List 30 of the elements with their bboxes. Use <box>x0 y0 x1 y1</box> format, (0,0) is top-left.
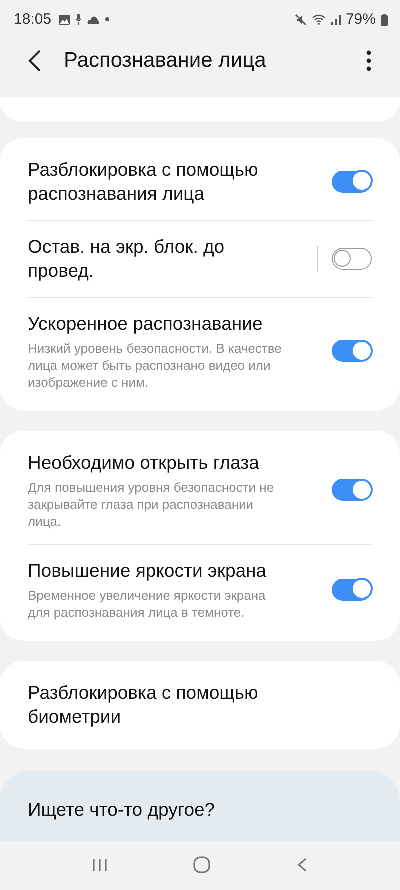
toggle-switch[interactable] <box>332 170 372 193</box>
recent-apps-icon[interactable] <box>92 857 108 874</box>
toggle-switch[interactable] <box>332 248 372 270</box>
setting-description: Временное увеличение яркости экрана для распознавания лица в темноте. <box>28 586 267 621</box>
image-icon <box>58 14 70 25</box>
search-card[interactable]: Ищете что-то другое? <box>0 770 400 841</box>
dot-icon <box>104 17 110 22</box>
page-title: Распознавание лица <box>64 49 268 74</box>
status-time: 18:05 <box>14 11 52 28</box>
cloud-icon <box>86 16 100 24</box>
setting-title[interactable]: Необходимо открыть глаза <box>28 450 288 475</box>
setting-title[interactable]: Разблокировка с помощью распознавания лица <box>28 158 288 206</box>
toggle-switch[interactable] <box>332 578 372 601</box>
battery-percent: 79% <box>346 11 376 28</box>
back-icon[interactable] <box>28 49 42 74</box>
more-options-icon[interactable] <box>366 50 372 72</box>
setting-title[interactable]: Разблокировка с помощью биометрии <box>28 680 328 729</box>
toggle-switch[interactable] <box>332 340 372 362</box>
setting-description: Низкий уровень безопасности. В качестве лица может быть распознано видео или изображение с ним. <box>28 340 283 391</box>
microphone-icon <box>74 14 82 26</box>
setting-title[interactable]: Остав. на экр. блок. до провед. <box>28 234 273 283</box>
home-icon[interactable] <box>192 856 211 874</box>
setting-title[interactable]: Ускоренное распознавание <box>28 312 288 336</box>
setting-description: Для повышения уровня безопасности не закрывайте глаза при распознавании лица. <box>28 478 276 530</box>
signal-icon <box>330 14 341 25</box>
battery-icon <box>381 14 388 26</box>
wifi-icon <box>312 14 326 26</box>
mute-icon <box>294 14 307 26</box>
setting-title[interactable]: Повышение яркости экрана <box>28 558 288 583</box>
toggle-switch[interactable] <box>332 479 372 502</box>
